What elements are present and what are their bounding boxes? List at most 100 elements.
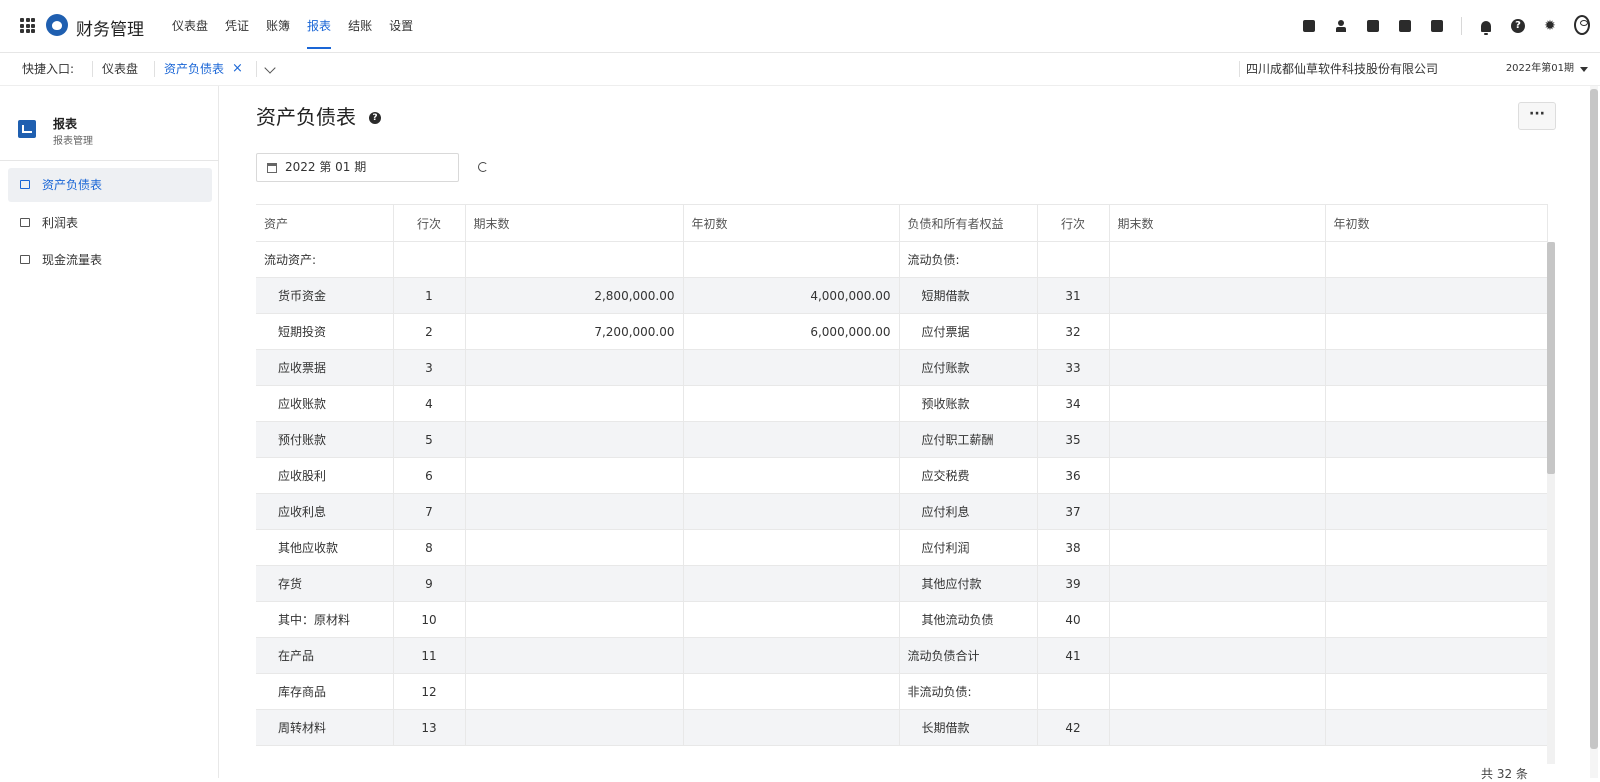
balance-sheet-table-container[interactable]: 资产 行次 期末数 年初数 负债和所有者权益 行次 期末数 年初数 流动资产: 流… <box>256 204 1555 764</box>
table-cell-ln <box>1037 241 1110 278</box>
table-cell-le <box>1109 313 1326 350</box>
table-cell-a: 应收票据 <box>256 349 394 386</box>
table-cell-ab <box>683 493 900 530</box>
help-icon[interactable]: ? <box>1510 18 1526 34</box>
user-icon[interactable] <box>1333 18 1349 34</box>
company-divider <box>1239 61 1240 77</box>
table-cell-ab <box>683 241 900 278</box>
chevron-down-icon[interactable] <box>264 62 276 74</box>
help-icon[interactable]: ? <box>369 112 381 124</box>
table-cell-an <box>393 241 466 278</box>
table-cell-an: 12 <box>393 673 466 710</box>
table-cell-lb <box>1325 637 1548 674</box>
calendar-check-icon[interactable] <box>1301 18 1317 34</box>
nav-ledgers[interactable]: 账簿 <box>266 0 290 53</box>
table-cell-l: 应付职工薪酬 <box>899 421 1038 458</box>
table-cell-l: 非流动负债: <box>899 673 1038 710</box>
nav-reports[interactable]: 报表 <box>307 0 332 53</box>
sidebar-item-label: 利润表 <box>42 216 79 230</box>
page-title: 资产负债表 <box>256 105 356 129</box>
apps-grid-icon[interactable] <box>20 18 35 33</box>
tab-divider <box>256 61 257 77</box>
table-cell-lb <box>1325 421 1548 458</box>
table-scrollbar-thumb[interactable] <box>1547 242 1555 474</box>
calendar-icon <box>267 163 277 173</box>
table-row: 库存商品 12 非流动负债: <box>256 673 1548 710</box>
table-cell-lb <box>1325 673 1548 710</box>
tab-balance-sheet[interactable]: 资产负债表 <box>164 53 224 85</box>
table-cell-a: 存货 <box>256 565 394 602</box>
table-cell-an: 8 <box>393 529 466 566</box>
table-cell-le <box>1109 601 1326 638</box>
table-cell-a: 应收股利 <box>256 457 394 494</box>
table-cell-ab <box>683 601 900 638</box>
table-cell-a: 周转材料 <box>256 709 394 746</box>
tab-dashboard[interactable]: 仪表盘 <box>102 53 138 85</box>
sidebar-item-cash-flow[interactable]: 现金流量表 <box>8 243 212 277</box>
table-cell-ab: 4,000,000.00 <box>683 277 900 314</box>
address-book-icon[interactable] <box>1397 18 1413 34</box>
table-cell-lb <box>1325 313 1548 350</box>
table-cell-ln: 40 <box>1037 601 1110 638</box>
top-nav: 仪表盘 凭证 账簿 报表 结账 设置 <box>172 0 430 53</box>
table-cell-le <box>1109 529 1326 566</box>
table-cell-a: 库存商品 <box>256 673 394 710</box>
table-cell-le <box>1109 457 1326 494</box>
app-title: 财务管理 <box>76 20 144 40</box>
table-row: 应收股利 6 应交税费 36 <box>256 457 1548 494</box>
table-cell-l: 应付账款 <box>899 349 1038 386</box>
table-cell-an: 3 <box>393 349 466 386</box>
table-cell-ab: 6,000,000.00 <box>683 313 900 350</box>
table-row: 存货 9 其他应付款 39 <box>256 565 1548 602</box>
period-select[interactable]: 2022年第01期 <box>1506 53 1574 85</box>
sidebar-item-label: 现金流量表 <box>42 253 103 267</box>
nav-settings[interactable]: 设置 <box>389 0 413 53</box>
table-cell-l: 应交税费 <box>899 457 1038 494</box>
nav-vouchers[interactable]: 凭证 <box>225 0 249 53</box>
table-cell-an: 6 <box>393 457 466 494</box>
table-cell-l: 应付利息 <box>899 493 1038 530</box>
table-cell-ab <box>683 529 900 566</box>
table-cell-lb <box>1325 529 1548 566</box>
table-cell-ln: 35 <box>1037 421 1110 458</box>
table-cell-an: 4 <box>393 385 466 422</box>
table-cell-ae <box>465 349 684 386</box>
sidebar-item-balance-sheet[interactable]: 资产负债表 <box>8 168 212 202</box>
app-logo-icon <box>46 14 68 36</box>
table-cell-a: 流动资产: <box>256 241 394 278</box>
table-cell-ae <box>465 241 684 278</box>
table-cell-ab <box>683 637 900 674</box>
period-picker-input[interactable]: 2022 第 01 期 <box>256 153 459 182</box>
calendar-icon[interactable] <box>1429 18 1445 34</box>
document-icon[interactable] <box>1365 18 1381 34</box>
user-circle-icon[interactable] <box>1574 15 1590 35</box>
more-button[interactable]: ··· <box>1518 102 1556 130</box>
table-row: 在产品 11 流动负债合计 41 <box>256 637 1548 674</box>
column-header: 行次 <box>1037 204 1110 242</box>
bell-icon[interactable] <box>1478 18 1494 35</box>
table-cell-ln: 31 <box>1037 277 1110 314</box>
caret-down-icon[interactable] <box>1580 67 1588 72</box>
table-cell-lb <box>1325 457 1548 494</box>
table-cell-ln: 42 <box>1037 709 1110 746</box>
table-cell-a: 应收账款 <box>256 385 394 422</box>
page-scrollbar-thumb[interactable] <box>1590 89 1598 749</box>
gear-icon[interactable]: ✹ <box>1542 18 1558 34</box>
nav-closing[interactable]: 结账 <box>348 0 372 53</box>
table-cell-lb <box>1325 709 1548 746</box>
table-cell-an: 13 <box>393 709 466 746</box>
tab-close-icon[interactable]: × <box>232 53 243 85</box>
line-chart-icon <box>20 218 30 227</box>
table-cell-a: 货币资金 <box>256 277 394 314</box>
table-cell-le <box>1109 241 1326 278</box>
table-cell-ln: 34 <box>1037 385 1110 422</box>
table-cell-an: 10 <box>393 601 466 638</box>
table-cell-a: 其中：原材料 <box>256 601 394 638</box>
refresh-icon[interactable] <box>478 162 488 172</box>
nav-dashboard[interactable]: 仪表盘 <box>172 0 208 53</box>
sidebar-item-income-statement[interactable]: 利润表 <box>8 206 212 240</box>
cash-icon <box>20 255 30 264</box>
module-title: 报表 <box>53 117 78 131</box>
table-cell-ab <box>683 565 900 602</box>
tab-divider <box>92 61 93 77</box>
